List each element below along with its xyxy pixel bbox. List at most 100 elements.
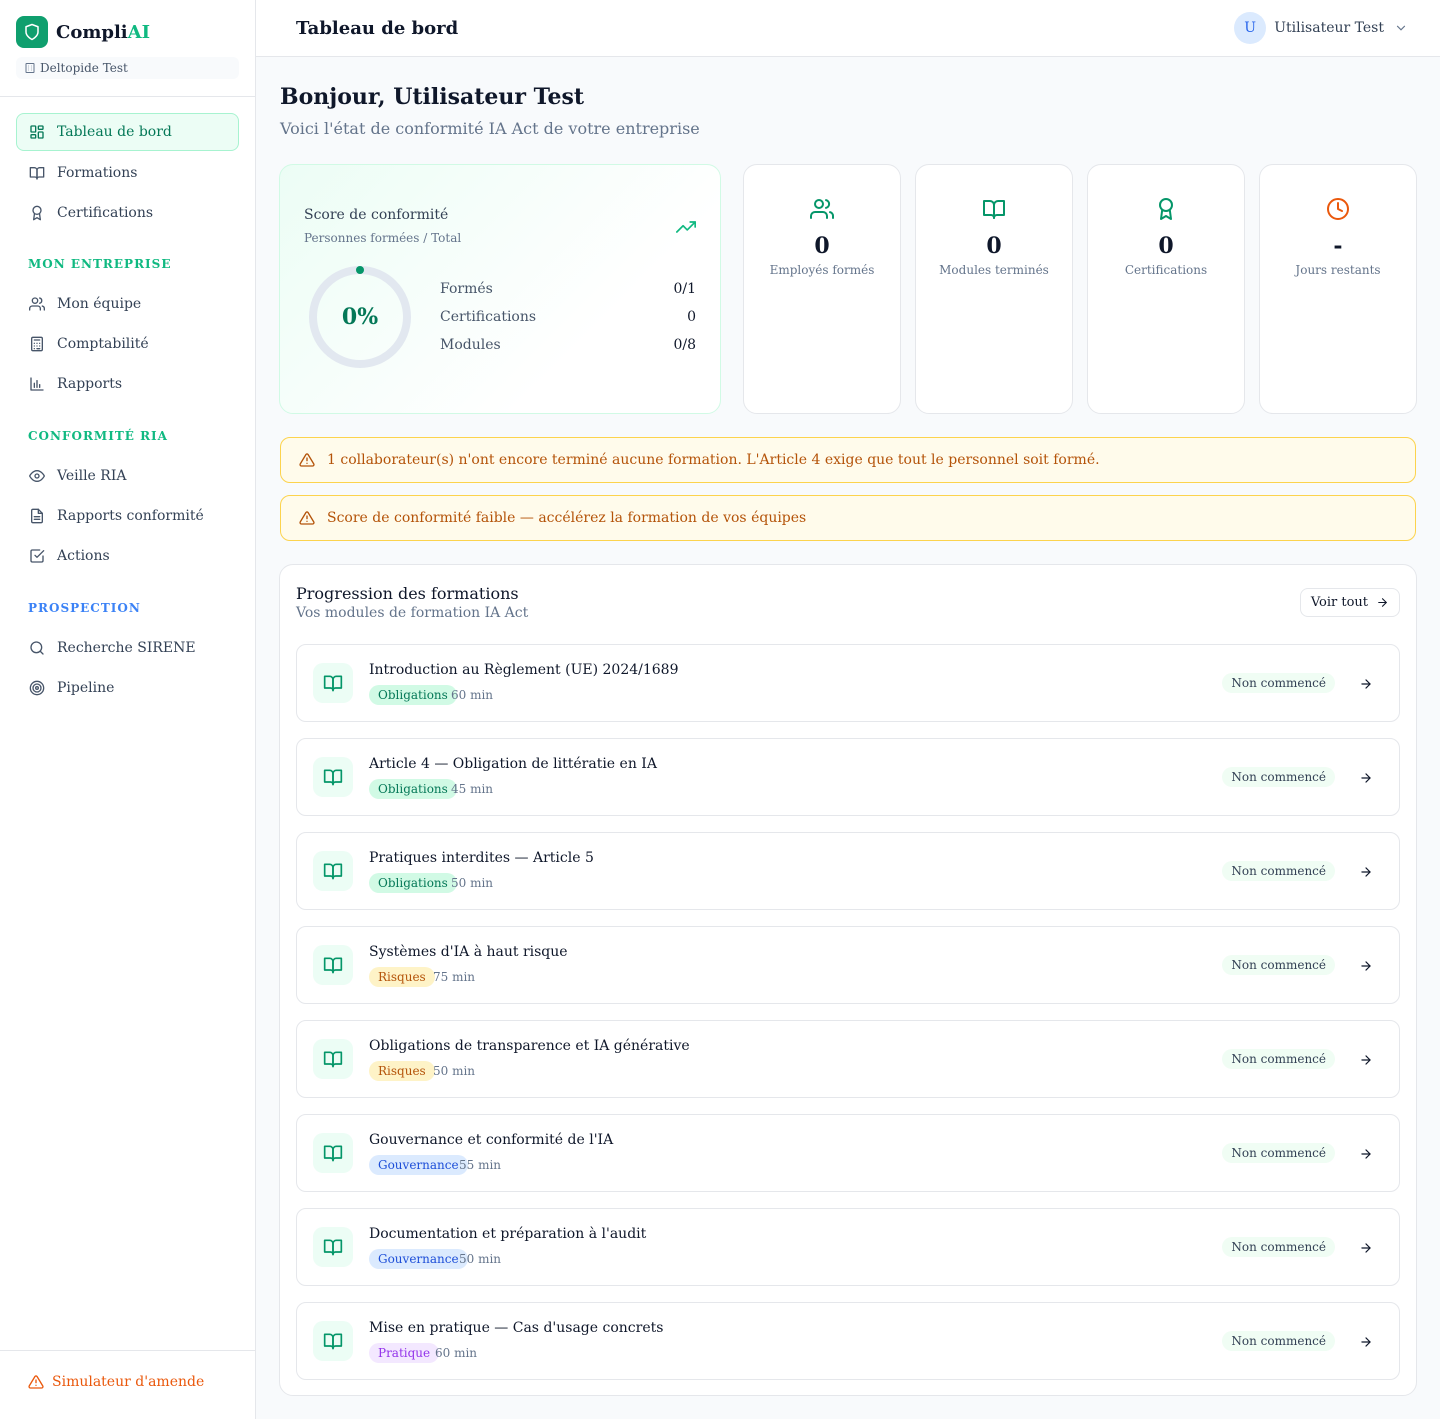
- sidebar-section-label: MON ENTREPRISE: [28, 257, 172, 271]
- page-title: Tableau de bord: [296, 18, 459, 39]
- sidebar-item-label: Mon équipe: [57, 296, 142, 312]
- brand[interactable]: CompliAI: [16, 16, 150, 48]
- compliance-score-card: Score de conformité Personnes formées / …: [279, 164, 721, 414]
- module-status-badge: Non commencé: [1222, 767, 1335, 787]
- warning-alert: Score de conformité faible — accélérez l…: [280, 495, 1416, 541]
- book-open-icon: [323, 675, 343, 692]
- module-open-button[interactable]: [1359, 1052, 1373, 1071]
- calculator-icon: [31, 336, 43, 352]
- module-category-tag: Obligations: [369, 873, 457, 893]
- score-row-label: Formés: [440, 281, 493, 297]
- module-status-badge: Non commencé: [1222, 1237, 1335, 1257]
- brand-name: CompliAI: [56, 21, 151, 43]
- sidebar-item-label: Pipeline: [57, 680, 115, 696]
- org-name: Deltopide Test: [40, 61, 128, 75]
- trending-up-icon: [676, 221, 696, 233]
- module-category-tag: Risques: [369, 967, 435, 987]
- module-row[interactable]: Documentation et préparation à l'audit Go…: [296, 1208, 1400, 1286]
- score-subtitle: Personnes formées / Total: [304, 231, 462, 245]
- sidebar: CompliAI Deltopide Test Tableau de bord F…: [0, 0, 256, 1419]
- score-row: Formés 0/1: [440, 281, 696, 297]
- module-row[interactable]: Obligations de transparence et IA généra…: [296, 1020, 1400, 1098]
- clock-icon: [1327, 198, 1349, 220]
- sidebar-item-1-1[interactable]: Rapports conformité: [16, 497, 239, 535]
- score-row-label: Certifications: [440, 309, 537, 325]
- module-title: Systèmes d'IA à haut risque: [369, 944, 568, 960]
- sidebar-item-2-1[interactable]: Pipeline: [16, 669, 239, 707]
- sidebar-item-2[interactable]: Certifications: [16, 194, 239, 232]
- module-duration: 45 min: [451, 782, 494, 796]
- module-title: Obligations de transparence et IA généra…: [369, 1038, 690, 1054]
- module-category-tag: Pratique: [369, 1343, 440, 1363]
- sidebar-item-1-2[interactable]: Actions: [16, 537, 239, 575]
- sidebar-item-0[interactable]: Tableau de bord: [16, 113, 239, 151]
- sidebar-item-0-2[interactable]: Rapports: [16, 365, 239, 403]
- sidebar-section-label: PROSPECTION: [28, 601, 141, 615]
- module-row[interactable]: Mise en pratique — Cas d'usage concrets P…: [296, 1302, 1400, 1380]
- score-row-value: 0: [687, 309, 696, 325]
- module-open-button[interactable]: [1359, 864, 1373, 883]
- sidebar-item-2-0[interactable]: Recherche SIRENE: [16, 629, 239, 667]
- arrow-right-icon: [1361, 1055, 1371, 1065]
- award-icon: [32, 205, 42, 221]
- module-status-badge: Non commencé: [1222, 1049, 1335, 1069]
- module-icon: [313, 945, 353, 985]
- module-row[interactable]: Introduction au Règlement (UE) 2024/1689…: [296, 644, 1400, 722]
- book-open-icon: [323, 1239, 343, 1256]
- module-category-tag: Risques: [369, 1061, 435, 1081]
- score-row-value: 0/8: [673, 337, 696, 353]
- module-open-button[interactable]: [1359, 1146, 1373, 1165]
- award-icon: [1159, 198, 1173, 220]
- module-row[interactable]: Gouvernance et conformité de l'IA Gouvern…: [296, 1114, 1400, 1192]
- fine-simulator-link[interactable]: Simulateur d'amende: [28, 1374, 204, 1390]
- module-status-badge: Non commencé: [1222, 955, 1335, 975]
- module-icon: [313, 1227, 353, 1267]
- module-title: Gouvernance et conformité de l'IA: [369, 1132, 614, 1148]
- stat-value: 0: [1158, 233, 1174, 259]
- module-category-tag: Gouvernance: [369, 1155, 468, 1175]
- stat-label: Certifications: [1124, 263, 1208, 277]
- module-row[interactable]: Systèmes d'IA à haut risque Risques 75 min…: [296, 926, 1400, 1004]
- user-menu[interactable]: U Utilisateur Test: [1234, 12, 1408, 44]
- module-row[interactable]: Pratiques interdites — Article 5 Obligati…: [296, 832, 1400, 910]
- see-all-button[interactable]: Voir tout: [1299, 588, 1400, 617]
- module-title: Documentation et préparation à l'audit: [369, 1226, 647, 1242]
- arrow-right-icon: [1361, 679, 1371, 689]
- chevron-down-icon: [1396, 25, 1406, 31]
- module-open-button[interactable]: [1359, 958, 1373, 977]
- stat-card: 0 Modules terminés: [915, 164, 1073, 414]
- module-status-badge: Non commencé: [1222, 1143, 1335, 1163]
- module-icon: [313, 757, 353, 797]
- module-open-button[interactable]: [1359, 1334, 1373, 1353]
- module-icon: [313, 663, 353, 703]
- shield-icon: [16, 16, 48, 48]
- warning-alert: 1 collaborateur(s) n'ont encore terminé …: [280, 437, 1416, 483]
- stat-icon: [1260, 197, 1416, 221]
- book-open-icon: [323, 1333, 343, 1350]
- score-row-label: Modules: [440, 337, 501, 353]
- module-duration: 60 min: [435, 1346, 478, 1360]
- arrow-right-icon: [1361, 961, 1371, 971]
- greeting-subtitle: Voici l'état de conformité IA Act de vot…: [280, 119, 700, 138]
- search-icon: [30, 641, 44, 655]
- fine-simulator-label: Simulateur d'amende: [52, 1374, 205, 1390]
- book-open-icon: [29, 167, 45, 180]
- book-open-icon: [323, 769, 343, 786]
- book-open-icon: [323, 1051, 343, 1068]
- sidebar-item-1[interactable]: Formations: [16, 154, 239, 192]
- arrow-right-icon: [1361, 1337, 1371, 1347]
- module-open-button[interactable]: [1359, 770, 1373, 789]
- see-all-label: Voir tout: [1310, 595, 1368, 610]
- dashboard-icon: [30, 125, 44, 139]
- sidebar-item-0-1[interactable]: Comptabilité: [16, 325, 239, 363]
- users-icon: [810, 199, 834, 219]
- module-icon: [313, 851, 353, 891]
- building-icon: [25, 63, 35, 73]
- module-open-button[interactable]: [1359, 676, 1373, 695]
- module-row[interactable]: Article 4 — Obligation de littératie en …: [296, 738, 1400, 816]
- module-icon: [313, 1039, 353, 1079]
- sidebar-item-0-0[interactable]: Mon équipe: [16, 285, 239, 323]
- module-open-button[interactable]: [1359, 1240, 1373, 1259]
- sidebar-item-1-0[interactable]: Veille RIA: [16, 457, 239, 495]
- sidebar-item-label: Actions: [57, 548, 110, 564]
